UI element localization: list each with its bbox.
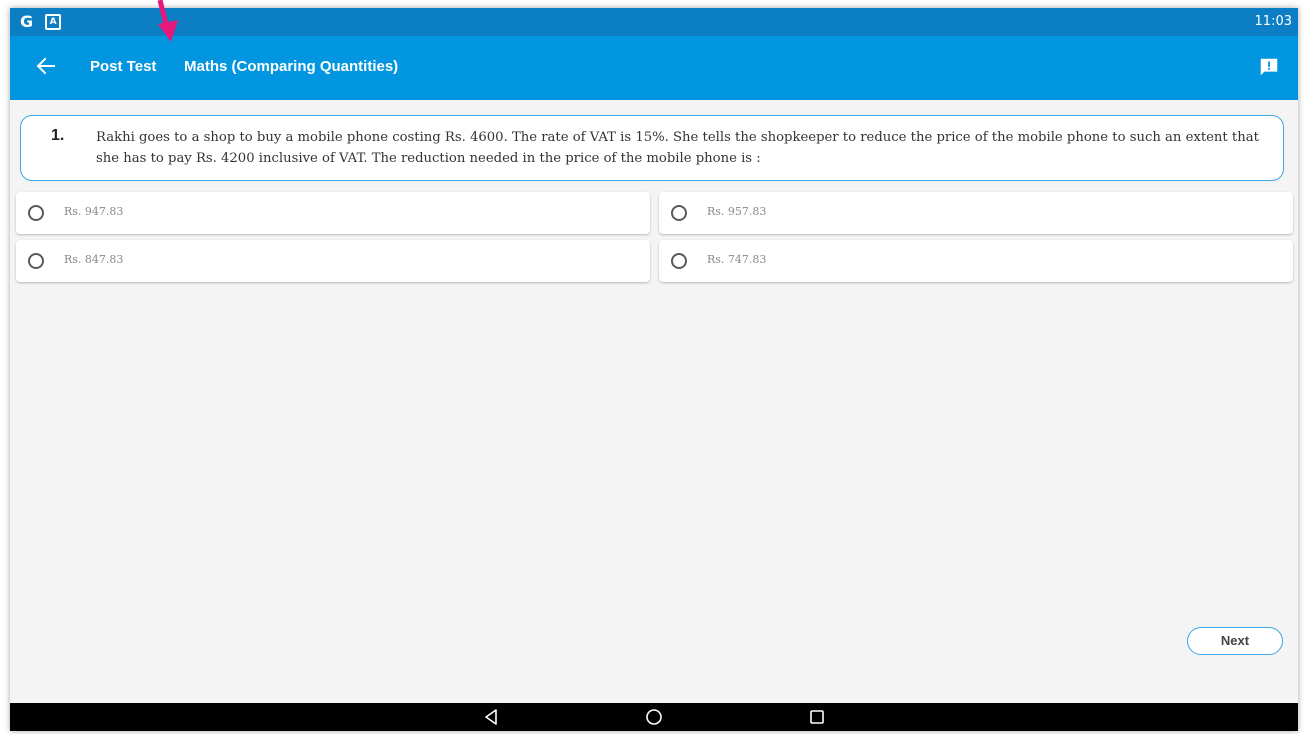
system-nav-bar [10, 703, 1298, 731]
status-bar: G A 11:03 [10, 8, 1298, 36]
page-subtitle: Maths (Comparing Quantities) [184, 58, 399, 75]
a-notification-icon: A [45, 14, 62, 30]
device-screen: G A 11:03 Post Test Maths (Comparing Qua… [10, 8, 1298, 731]
answer-option-3[interactable]: Rs. 847.83 [16, 240, 650, 282]
annotation-arrow-icon [157, 0, 178, 42]
radio-button[interactable] [28, 205, 44, 221]
feedback-icon[interactable] [1258, 56, 1280, 78]
option-label: Rs. 847.83 [64, 253, 124, 266]
status-icons: G A [20, 12, 62, 32]
arrow-left-icon[interactable] [34, 54, 58, 78]
next-button[interactable]: Next [1187, 627, 1283, 655]
page-title: Post Test [90, 58, 157, 75]
answer-option-1[interactable]: Rs. 947.83 [16, 192, 650, 234]
nav-back-icon[interactable] [481, 707, 501, 727]
question-number: 1. [51, 127, 65, 144]
status-time: 11:03 [1254, 14, 1292, 29]
option-label: Rs. 957.83 [707, 205, 767, 218]
answer-option-2[interactable]: Rs. 957.83 [659, 192, 1293, 234]
nav-recents-icon[interactable] [807, 707, 827, 727]
radio-button[interactable] [28, 253, 44, 269]
nav-home-icon[interactable] [644, 707, 664, 727]
radio-button[interactable] [671, 253, 687, 269]
app-bar: Post Test Maths (Comparing Quantities) [10, 36, 1298, 100]
option-label: Rs. 747.83 [707, 253, 767, 266]
google-g-icon: G [20, 12, 34, 31]
answer-option-4[interactable]: Rs. 747.83 [659, 240, 1293, 282]
question-text: Rakhi goes to a shop to buy a mobile pho… [96, 130, 1259, 166]
option-label: Rs. 947.83 [64, 205, 124, 218]
question-card: 1. Rakhi goes to a shop to buy a mobile … [20, 115, 1284, 181]
radio-button[interactable] [671, 205, 687, 221]
